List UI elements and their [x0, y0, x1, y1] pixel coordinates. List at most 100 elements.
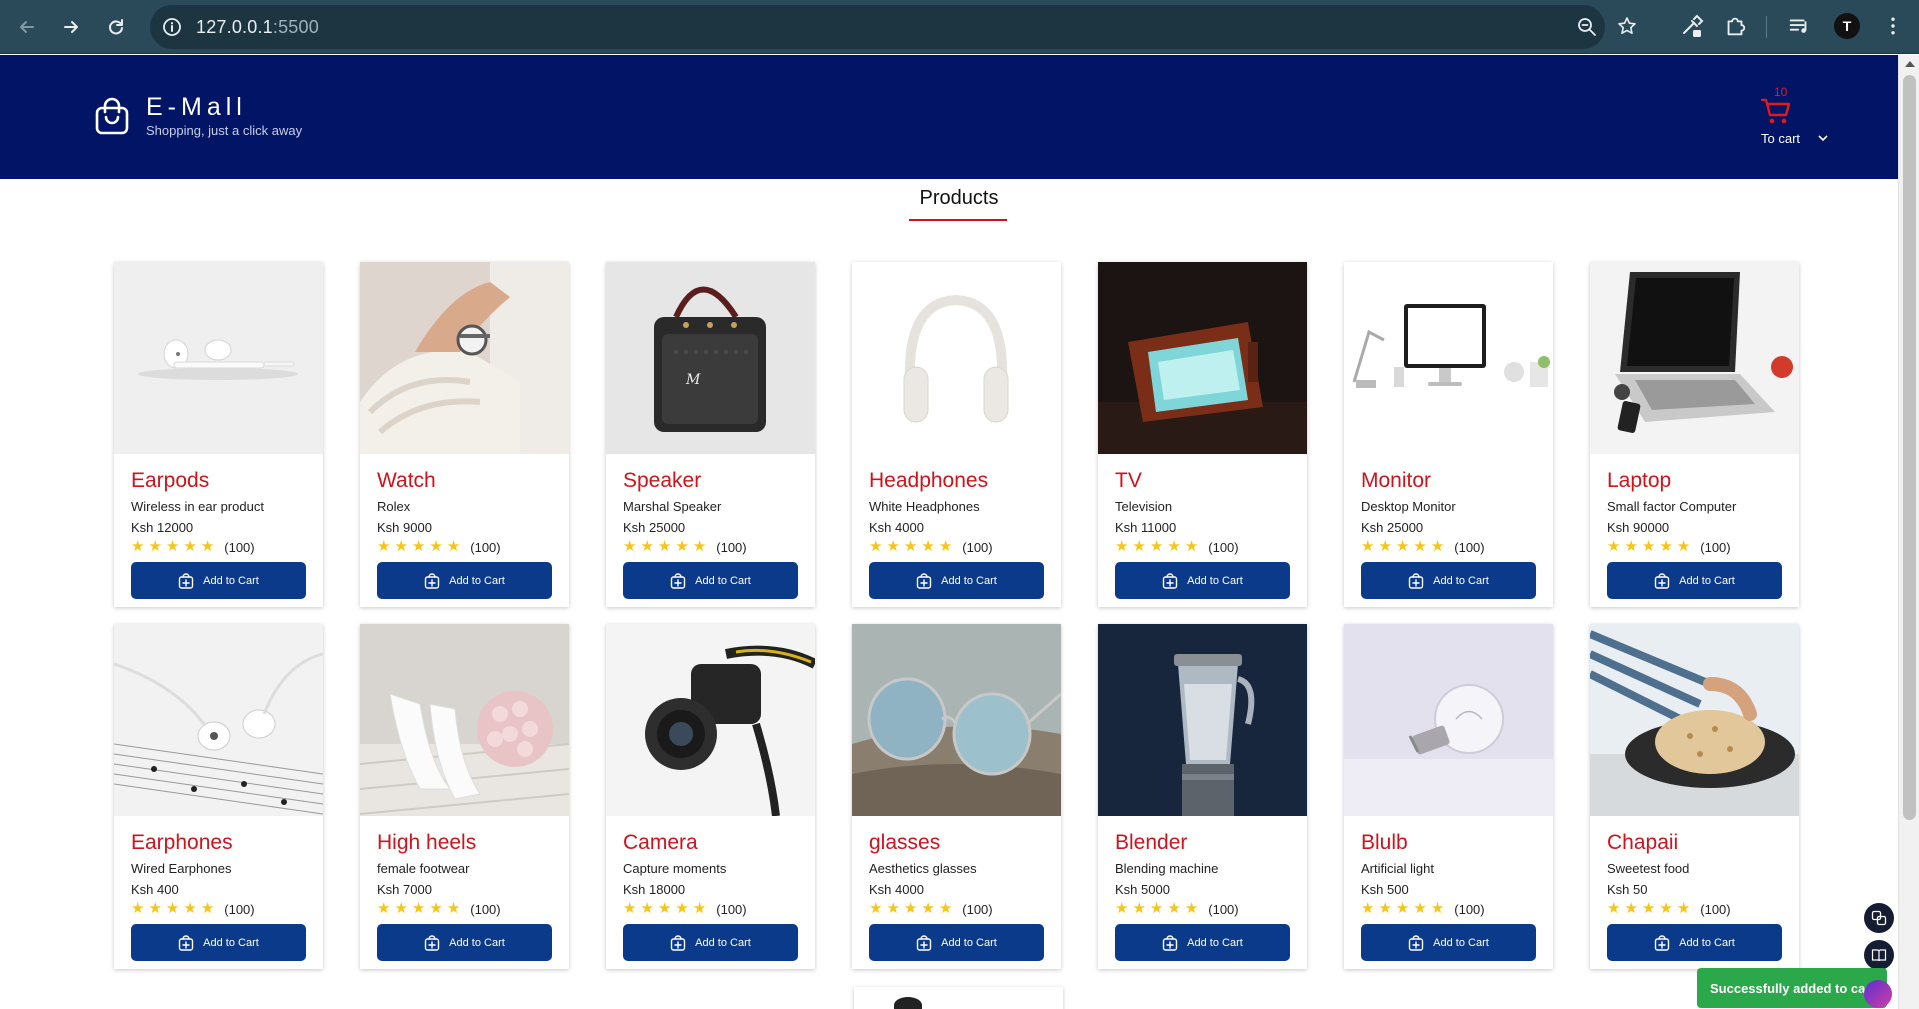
add-to-cart-button[interactable]: Add to Cart: [1361, 924, 1536, 961]
back-button[interactable]: [10, 10, 44, 44]
add-to-cart-button[interactable]: Add to Cart: [377, 562, 552, 599]
cart-plus-icon: [670, 934, 686, 951]
browser-menu-button[interactable]: [1880, 13, 1906, 39]
product-description: Television: [1115, 499, 1173, 514]
product-price: Ksh 9000: [377, 520, 432, 535]
star-icon: ★: [1361, 538, 1375, 555]
cart-plus-icon: [670, 572, 686, 589]
bookmark-star-icon[interactable]: [1617, 16, 1637, 36]
add-to-cart-button[interactable]: Add to Cart: [377, 924, 552, 961]
star-icon: ★: [394, 538, 408, 555]
star-icon: ★: [1413, 538, 1427, 555]
star-icon: ★: [1430, 538, 1445, 555]
rating-count: (100): [1700, 539, 1731, 555]
star-icon: ★: [1676, 900, 1691, 917]
scrollbar-thumb[interactable]: [1903, 75, 1916, 820]
product-price: Ksh 5000: [1115, 882, 1170, 897]
add-to-cart-button[interactable]: Add to Cart: [131, 924, 306, 961]
star-icon: ★: [429, 900, 443, 917]
rating-count: (100): [1454, 539, 1485, 555]
headphones-image: [852, 262, 1061, 454]
add-to-cart-button[interactable]: Add to Cart: [1115, 562, 1290, 599]
brand-tagline: Shopping, just a click away: [146, 123, 303, 138]
product-description: Marshal Speaker: [623, 499, 722, 514]
address-bar[interactable]: 127.0.0.1:5500: [150, 5, 1605, 49]
chevron-down-icon: [1818, 135, 1828, 142]
reader-widget-button[interactable]: [1864, 940, 1894, 970]
star-icon: ★: [623, 900, 637, 917]
product-description: Desktop Monitor: [1361, 499, 1456, 514]
extension-action-button[interactable]: [1679, 13, 1705, 39]
star-icon: ★: [675, 538, 689, 555]
monitor-image: [1344, 262, 1553, 454]
star-icon: ★: [1132, 900, 1146, 917]
zoom-icon[interactable]: [1577, 17, 1597, 37]
profile-avatar[interactable]: T: [1834, 13, 1860, 39]
product-price: Ksh 18000: [623, 882, 686, 897]
product-title: glasses: [869, 831, 941, 854]
rating-count: (100): [962, 539, 993, 555]
add-to-cart-button[interactable]: Add to Cart: [623, 924, 798, 961]
eyedropper-icon: [1683, 14, 1704, 37]
product-title: TV: [1115, 469, 1142, 492]
scroll-up-arrow[interactable]: [1905, 61, 1915, 67]
product-title: High heels: [377, 831, 477, 854]
cart-plus-icon: [178, 934, 194, 951]
star-icon: ★: [1413, 900, 1427, 917]
product-title: Laptop: [1607, 469, 1672, 492]
product-image-partial: [894, 997, 922, 1009]
add-to-cart-button[interactable]: Add to Cart: [131, 562, 306, 599]
cart-plus-icon: [1654, 572, 1670, 589]
star-icon: ★: [869, 900, 883, 917]
star-icon: ★: [657, 538, 672, 555]
product-title: Earphones: [131, 831, 233, 854]
product-description: Small factor Computer: [1607, 499, 1737, 514]
star-icon: ★: [1607, 538, 1621, 555]
product-title: Chapaii: [1607, 831, 1679, 854]
star-icon: ★: [165, 538, 180, 555]
add-to-cart-button[interactable]: Add to Cart: [1115, 924, 1290, 961]
add-to-cart-button[interactable]: Add to Cart: [869, 924, 1044, 961]
star-icon: ★: [1607, 900, 1621, 917]
product-description: Blending machine: [1115, 861, 1219, 876]
product-description: Artificial light: [1361, 861, 1434, 876]
product-price: Ksh 11000: [1115, 520, 1177, 535]
product-rating: ★ ★ ★ ★ ★ (100): [623, 901, 747, 917]
blender-image: [1098, 624, 1307, 816]
add-to-cart-button[interactable]: Add to Cart: [869, 562, 1044, 599]
product-card: Headphones White Headphones Ksh 4000 ★ ★ ★…: [852, 262, 1061, 607]
product-description: Aesthetics glasses: [869, 861, 977, 876]
media-control-button[interactable]: [1786, 13, 1812, 39]
add-to-cart-button[interactable]: Add to Cart: [623, 562, 798, 599]
speaker-image: M: [606, 262, 815, 454]
add-to-cart-button[interactable]: Add to Cart: [1607, 562, 1782, 599]
add-to-cart-button[interactable]: Add to Cart: [1361, 562, 1536, 599]
translate-widget-button[interactable]: [1864, 903, 1894, 933]
assistant-badge-icon[interactable]: [1864, 980, 1892, 1008]
star-icon: ★: [886, 538, 900, 555]
cart-plus-icon: [916, 934, 932, 951]
star-icon: ★: [1115, 538, 1129, 555]
star-icon: ★: [1659, 900, 1673, 917]
extensions-button[interactable]: [1722, 13, 1748, 39]
star-icon: ★: [1184, 538, 1199, 555]
reload-button[interactable]: [99, 10, 133, 44]
product-title: Monitor: [1361, 469, 1432, 492]
star-icon: ★: [411, 900, 426, 917]
product-rating: ★ ★ ★ ★ ★ (100): [1607, 539, 1731, 555]
cart-button[interactable]: 10 To cart: [1752, 85, 1832, 155]
star-icon: ★: [1167, 900, 1181, 917]
kebab-menu-icon: [1891, 17, 1895, 35]
add-to-cart-button[interactable]: Add to Cart: [1607, 924, 1782, 961]
site-info-icon[interactable]: [162, 17, 182, 37]
star-icon: ★: [131, 538, 145, 555]
product-card: glasses Aesthetics glasses Ksh 4000 ★ ★ ★ ★…: [852, 624, 1061, 969]
forward-button[interactable]: [54, 10, 88, 44]
rating-count: (100): [224, 539, 255, 555]
page-scrollbar[interactable]: [1898, 55, 1919, 1009]
product-rating: ★ ★ ★ ★ ★ (100): [1607, 901, 1731, 917]
star-icon: ★: [886, 900, 900, 917]
product-card: High heels female footwear Ksh 7000 ★ ★ ★ ★…: [360, 624, 569, 969]
watch-image: [360, 262, 569, 454]
section-title: Products: [919, 187, 999, 209]
